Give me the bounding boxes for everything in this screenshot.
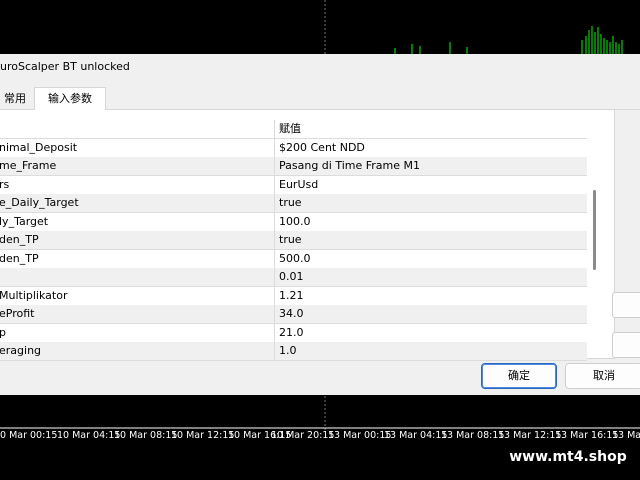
- time-label: 10 Mar 08:15: [114, 430, 178, 441]
- param-value[interactable]: true: [279, 194, 584, 212]
- param-value[interactable]: 21.0: [279, 324, 584, 342]
- time-label: 10 Mar 04:15: [57, 430, 121, 441]
- table-row[interactable]: me_Frame Pasang di Time Frame M1: [0, 157, 587, 176]
- param-value[interactable]: EurUsd: [279, 176, 584, 194]
- param-name: den_TP: [0, 231, 275, 249]
- inputs-panel: 赋值 nimal_Deposit $200 Cent NDD me_Frame …: [0, 110, 615, 361]
- table-row[interactable]: eProfit 34.0: [0, 305, 587, 324]
- param-name: rs: [0, 176, 275, 194]
- side-button-upper[interactable]: [612, 292, 640, 318]
- table-scrollbar[interactable]: [590, 132, 599, 354]
- time-label: 10 Mar 12:15: [171, 430, 235, 441]
- time-label: 10 Mar 20:15: [271, 430, 335, 441]
- param-name: ly_Target: [0, 213, 275, 231]
- param-value[interactable]: 34.0: [279, 305, 584, 323]
- time-label: 13 Mar 12:15: [498, 430, 562, 441]
- table-row[interactable]: 0.01: [0, 268, 587, 287]
- table-row[interactable]: Multiplikator 1.21: [0, 287, 587, 306]
- table-row[interactable]: nimal_Deposit $200 Cent NDD: [0, 139, 587, 158]
- param-value[interactable]: $200 Cent NDD: [279, 139, 584, 157]
- param-value[interactable]: Pasang di Time Frame M1: [279, 157, 584, 175]
- param-name: p: [0, 324, 275, 342]
- time-label: 13 Mar 00:15: [328, 430, 392, 441]
- table-row[interactable]: p 21.0: [0, 324, 587, 343]
- ea-properties-dialog: uroScalper BT unlocked 常用 输入参数 赋值 nimal_…: [0, 54, 640, 395]
- table-header: 赋值: [0, 120, 587, 139]
- cancel-button[interactable]: 取消: [565, 363, 640, 389]
- time-label: 13 Mar 08:15: [441, 430, 505, 441]
- watermark: www.mt4.shop: [496, 446, 640, 468]
- table-row[interactable]: e_Daily_Target true: [0, 194, 587, 213]
- time-label: 13 Mar 04:15: [384, 430, 448, 441]
- table-row[interactable]: den_TP 500.0: [0, 250, 587, 269]
- header-variable[interactable]: [0, 120, 275, 138]
- table-row[interactable]: ly_Target 100.0: [0, 213, 587, 232]
- table-row[interactable]: eraging 1.0: [0, 342, 587, 361]
- param-name: [0, 268, 275, 286]
- param-name: eraging: [0, 342, 275, 360]
- table-row[interactable]: rs EurUsd: [0, 176, 587, 195]
- time-label: 13 Mar 16:15: [555, 430, 619, 441]
- side-button-lower[interactable]: [612, 332, 640, 358]
- param-name: den_TP: [0, 250, 275, 268]
- param-name: me_Frame: [0, 157, 275, 175]
- time-label: 13 Mar: [612, 430, 640, 441]
- table-row[interactable]: den_TP true: [0, 231, 587, 250]
- tab-strip: 常用 输入参数: [0, 87, 640, 110]
- param-value[interactable]: 0.01: [279, 268, 584, 286]
- param-value[interactable]: 1.21: [279, 287, 584, 305]
- candles: [394, 26, 623, 56]
- time-label: 0 Mar 00:15: [0, 430, 58, 441]
- time-axis: 0 Mar 00:15 10 Mar 04:15 10 Mar 08:15 10…: [0, 430, 640, 446]
- ok-button[interactable]: 确定: [481, 363, 557, 389]
- tab-common[interactable]: 常用: [0, 89, 32, 109]
- tab-inputs[interactable]: 输入参数: [34, 87, 106, 110]
- param-name: eProfit: [0, 305, 275, 323]
- param-name: Multiplikator: [0, 287, 275, 305]
- scrollbar-thumb[interactable]: [593, 190, 596, 270]
- dialog-title: uroScalper BT unlocked: [0, 60, 130, 73]
- param-value[interactable]: 100.0: [279, 213, 584, 231]
- param-value[interactable]: 500.0: [279, 250, 584, 268]
- param-value[interactable]: 1.0: [279, 342, 584, 360]
- param-name: e_Daily_Target: [0, 194, 275, 212]
- param-value[interactable]: true: [279, 231, 584, 249]
- header-value[interactable]: 赋值: [279, 120, 584, 138]
- param-name: nimal_Deposit: [0, 139, 275, 157]
